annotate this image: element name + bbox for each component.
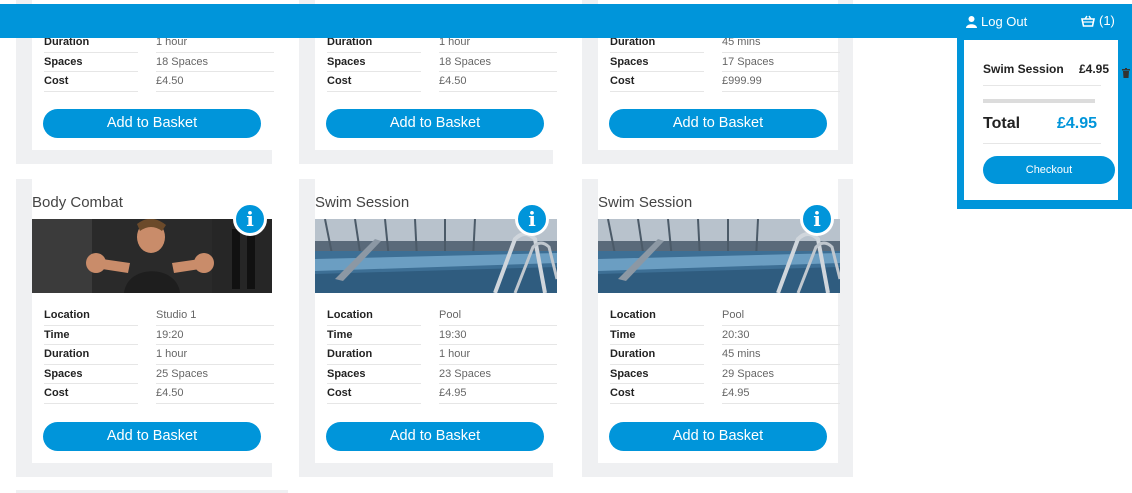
time-label: Time xyxy=(610,326,704,345)
spaces-value: 23 Spaces xyxy=(439,365,557,384)
class-details: Duration 1 hour Spaces 18 Spaces Cost £4.50 xyxy=(44,33,274,92)
class-details: Duration 45 mins Spaces 17 Spaces Cost £999… xyxy=(610,33,840,92)
location-label: Location xyxy=(610,306,704,326)
total-value: £4.95 xyxy=(1057,115,1098,132)
spaces-label: Spaces xyxy=(610,365,704,384)
checkout-button[interactable]: Checkout xyxy=(983,156,1115,184)
basket-link[interactable]: (1) xyxy=(1081,13,1115,28)
trash-icon[interactable] xyxy=(1122,68,1130,78)
location-value: Pool xyxy=(722,306,840,326)
duration-label: Duration xyxy=(327,345,421,365)
add-to-basket-button[interactable]: Add to Basket xyxy=(609,109,827,138)
add-to-basket-button[interactable]: Add to Basket xyxy=(326,109,544,138)
spaces-label: Spaces xyxy=(44,53,138,72)
spaces-label: Spaces xyxy=(44,365,138,384)
cost-label: Cost xyxy=(44,384,138,404)
cost-label: Cost xyxy=(610,384,704,404)
basket-panel-body: Swim Session £4.95 Total £4.95 Checkout xyxy=(964,40,1130,200)
class-details: Duration 1 hour Spaces 18 Spaces Cost £4.50 xyxy=(327,33,557,92)
class-details: Location Pool Time 19:30 Duration 1 hour Sp… xyxy=(327,306,557,404)
cost-label: Cost xyxy=(610,72,704,92)
info-icon[interactable]: i xyxy=(800,202,834,236)
cost-value: £4.95 xyxy=(439,384,557,404)
spaces-label: Spaces xyxy=(327,365,421,384)
class-card: Swim Session Location Pool Time 20:30 Du… xyxy=(582,179,853,477)
class-details: Location Pool Time 20:30 Duration 45 mins S… xyxy=(610,306,840,404)
cost-label: Cost xyxy=(44,72,138,92)
time-value: 19:20 xyxy=(156,326,274,345)
spaces-value: 18 Spaces xyxy=(439,53,557,72)
duration-value: 1 hour xyxy=(439,345,557,365)
add-to-basket-button[interactable]: Add to Basket xyxy=(609,422,827,451)
time-label: Time xyxy=(327,326,421,345)
time-value: 19:30 xyxy=(439,326,557,345)
basket-separator-bar xyxy=(983,99,1095,103)
location-value: Studio 1 xyxy=(156,306,274,326)
class-title: Swim Session xyxy=(315,194,410,211)
class-title: Body Combat xyxy=(32,194,123,211)
total-label: Total xyxy=(983,115,1021,132)
cost-value: £999.99 xyxy=(722,72,840,92)
basket-count: (1) xyxy=(1099,13,1115,28)
location-label: Location xyxy=(44,306,138,326)
duration-value: 1 hour xyxy=(156,345,274,365)
body-combat-photo xyxy=(32,219,272,293)
class-card: Swim Session Location Pool Time 19:30 Du… xyxy=(299,179,557,477)
spaces-label: Spaces xyxy=(327,53,421,72)
duration-value: 45 mins xyxy=(722,345,840,365)
time-label: Time xyxy=(44,326,138,345)
basket-divider xyxy=(983,85,1101,86)
spaces-value: 25 Spaces xyxy=(156,365,274,384)
spaces-value: 29 Spaces xyxy=(722,365,840,384)
class-title: Swim Session xyxy=(598,194,693,211)
cost-value: £4.50 xyxy=(156,384,274,404)
class-image xyxy=(32,219,272,293)
location-value: Pool xyxy=(439,306,557,326)
basket-icon xyxy=(1081,15,1095,27)
basket-divider xyxy=(983,143,1101,144)
add-to-basket-button[interactable]: Add to Basket xyxy=(43,422,261,451)
class-details: Location Studio 1 Time 19:20 Duration 1 hou… xyxy=(44,306,274,404)
spaces-value: 17 Spaces xyxy=(722,53,840,72)
class-card: Body Combat Location Studio 1 Time 19:20 D… xyxy=(16,179,274,477)
logout-link[interactable]: Log Out xyxy=(966,14,1027,29)
add-to-basket-button[interactable]: Add to Basket xyxy=(43,109,261,138)
location-label: Location xyxy=(327,306,421,326)
add-to-basket-button[interactable]: Add to Basket xyxy=(326,422,544,451)
cost-value: £4.50 xyxy=(439,72,557,92)
user-icon xyxy=(966,15,977,28)
time-value: 20:30 xyxy=(722,326,840,345)
duration-label: Duration xyxy=(44,345,138,365)
basket-item-price: £4.95 xyxy=(1079,62,1110,76)
basket-item-name: Swim Session xyxy=(983,62,1064,76)
info-icon[interactable]: i xyxy=(233,202,267,236)
cost-value: £4.50 xyxy=(156,72,274,92)
basket-panel: Swim Session £4.95 Total £4.95 Checkout xyxy=(957,38,1132,209)
cost-label: Cost xyxy=(327,72,421,92)
cost-value: £4.95 xyxy=(722,384,840,404)
spaces-value: 18 Spaces xyxy=(156,53,274,72)
cost-label: Cost xyxy=(327,384,421,404)
top-bar: Log Out (1) xyxy=(0,4,1132,38)
logout-label: Log Out xyxy=(981,14,1028,29)
info-icon[interactable]: i xyxy=(515,202,549,236)
spaces-label: Spaces xyxy=(610,53,704,72)
duration-label: Duration xyxy=(610,345,704,365)
